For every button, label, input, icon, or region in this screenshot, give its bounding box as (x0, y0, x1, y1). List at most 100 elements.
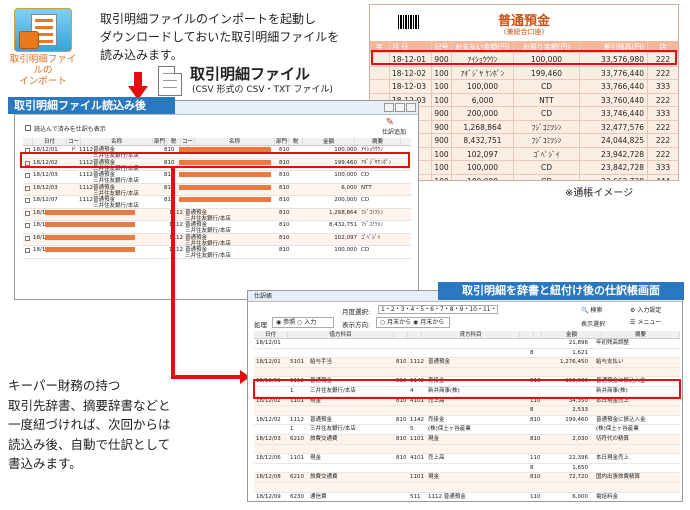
process-label: 処理 (254, 321, 267, 329)
date-cell: 18/12/07 (33, 197, 58, 203)
account-cell: 旅費交通費 (310, 435, 338, 442)
row-checkbox[interactable] (25, 248, 30, 253)
tax-cell: 810 (279, 184, 290, 191)
summary-cell: (株)保土ヶ谷産業 (596, 426, 639, 433)
table-row[interactable] (254, 367, 680, 378)
show-imported-checkbox[interactable] (25, 125, 31, 131)
tax-cell: 810 (279, 234, 290, 241)
table-row[interactable]: 18/12/08 6210 旅費交通費 1101 現金 810 72,720 国内出張旅費精算 (254, 473, 680, 483)
passbook-cell: 333 (655, 82, 671, 91)
code-cell: 1112 (79, 172, 93, 178)
row-checkbox[interactable] (25, 185, 30, 191)
table-row[interactable]: 18/12/311112普通預金三井住友銀行/本店810100,000CD (23, 246, 411, 259)
import-window-label: 取引明細ファイル読込み後 (8, 97, 175, 114)
amount-cell: 1,650 (572, 464, 588, 471)
header-cell: 名称 (195, 138, 275, 145)
code-cell: 5101 (290, 359, 304, 366)
table-row[interactable]: 8 1,650 (254, 464, 680, 474)
summary-cell: 給与支払い (596, 359, 624, 366)
mode-radio-group[interactable]: ◉ 参照 ○ 入力 (272, 317, 334, 328)
month-selector[interactable]: 1・2・3・4・5・6・7・8・9・10・11・12 (378, 305, 498, 314)
table-row[interactable]: 18/12/311112普通預金三井住友銀行/本店8108,432,751ﾌｼﾞ… (23, 221, 411, 234)
unmatched-bar (45, 222, 135, 227)
tax-cell: 110 (530, 493, 541, 500)
table-row[interactable]: 18/12/311112普通預金三井住友銀行/本店8101,268,864ﾌｼﾞ… (23, 208, 411, 222)
summary-cell: 普通預金に振込入金 (596, 416, 646, 423)
search-button[interactable]: 🔍 検索 (581, 305, 602, 314)
passbook-cell (370, 66, 390, 79)
window-controls[interactable] (383, 103, 416, 114)
passbook-cell: 100,000 (452, 161, 514, 174)
amount-cell: 2,533 (572, 407, 588, 414)
month-select-label: 月度選択: (342, 308, 371, 316)
table-row[interactable]: 18/12/07 1112 普通預金 三井住友銀行/本店 810 810 200,000 CD (23, 196, 411, 209)
code-cell: 1142 (410, 416, 424, 423)
table-row[interactable]: 18/12/03 1112 普通預金 三井住友銀行/本店 810 810 6,000 NTT (23, 183, 411, 197)
arrow-down-icon (128, 72, 148, 100)
table-row[interactable] (254, 482, 680, 493)
icon-caption: 取引明細ファイルの インポート (9, 54, 77, 87)
unmatched-bar (179, 197, 271, 202)
row-checkbox[interactable] (25, 223, 30, 228)
sub-account-cell: 三井住友銀行/本店 (185, 253, 231, 259)
menu-label: メニュー (637, 319, 662, 326)
table-row[interactable]: 1 三井住友銀行/本店 5 (株)保土ヶ谷産業 (株)保土ヶ谷産業 (254, 425, 680, 435)
table-row[interactable]: 18/12/09 6230 通信費 511 1112 普通預金 110 6,000 電話料金 (254, 493, 680, 502)
menu-button[interactable]: ☰ メニュー (630, 317, 661, 326)
code-cell: 1112 (79, 197, 93, 203)
amount-cell: 100,000 (334, 247, 357, 253)
close-icon[interactable] (406, 103, 416, 112)
display-select-button[interactable]: 表示選択 (581, 319, 605, 328)
amount-cell: 72,720 (568, 474, 588, 481)
row-checkbox[interactable] (25, 210, 30, 216)
direction-radio-group[interactable]: ○ 月末から ◉ 月末から (376, 317, 450, 328)
row-checkbox[interactable] (25, 235, 30, 241)
row-checkbox[interactable] (25, 173, 30, 178)
code-cell: 1101 (410, 435, 424, 442)
header-cell: 税 (289, 138, 303, 145)
table-row[interactable] (254, 444, 680, 455)
table-row[interactable]: 18/12/03 1112 普通預金 三井住友銀行/本店 810 810 100,000 CD (23, 171, 411, 184)
maximize-icon[interactable] (395, 103, 405, 112)
file-icon (158, 66, 182, 96)
table-row[interactable]: 8 2,533 (254, 406, 680, 416)
table-row[interactable]: 18/12/02 1112 普通預金 810 1142 売掛金 810 199,460 普通預金… (254, 416, 680, 426)
dept-cell: 810 (396, 435, 407, 442)
file-title: 取引明細ファイル (190, 65, 311, 83)
unmatched-bar (45, 247, 135, 252)
table-row[interactable]: 8 1,621 (254, 349, 680, 359)
passbook-row: 18-12-03 100 100,000 CD 33,766,440 333 (370, 80, 678, 94)
table-row[interactable]: 18/12/06 1101 現金 810 4101 売上高 110 22,396 本日現金売上 (254, 454, 680, 464)
summary-cell: 国内出張旅費精算 (596, 474, 641, 481)
row-checkbox[interactable] (25, 198, 30, 203)
table-row[interactable]: 18/12/01 21,896 年初残高調整 (254, 339, 680, 349)
tax-cell: 8 (530, 407, 534, 414)
date-cell: 18/12/08 (256, 474, 281, 481)
intro-text: 取引明細ファイルのインポートを起動し ダウンロードしておいた取引明細ファイルを … (100, 12, 340, 62)
header-cell (394, 331, 408, 338)
passbook-cell: 444 (655, 176, 671, 181)
header-cell: 日付 (33, 138, 67, 145)
tax-cell: 810 (279, 209, 290, 216)
passbook-cell: 33,746,440 (580, 107, 648, 120)
minimize-icon[interactable] (384, 103, 394, 112)
add-journal-button[interactable]: 仕訳追加 (382, 127, 406, 136)
summary-cell: 切符代の精算 (596, 435, 630, 442)
window-toolbar: 読込んで済みを仕訳も表示 ✎ 仕訳追加 (15, 115, 418, 136)
passbook-cell: 100 (432, 93, 452, 106)
table-row[interactable]: 18/12/311112普通預金三井住友銀行/本店810102,097ｺﾞﾍﾟｼ… (23, 233, 411, 247)
input-setting-button[interactable]: ⚙ 入力設定 (630, 305, 661, 314)
tax-cell: 810 (279, 172, 290, 178)
account-cell: 現金 (310, 455, 322, 462)
table-row[interactable]: 18/12/03 6210 旅費交通費 810 1101 現金 810 2,030 切符代の精算 (254, 434, 680, 445)
table-row[interactable]: 18/12/01 5101 給与手当 810 1112 普通預金 1,276,450 給与支払… (254, 358, 680, 368)
passbook-cell: 222 (655, 149, 671, 159)
unmatched-bar (179, 172, 271, 177)
tax-cell: 810 (279, 197, 290, 203)
import-badge-icon (19, 31, 39, 49)
import-app-icon[interactable] (14, 8, 72, 52)
account-cell: 普通預金 (310, 416, 333, 423)
header-cell: 摘要 (602, 331, 680, 338)
passbook-cell: CD (514, 80, 580, 93)
input-setting-label: 入力設定 (637, 307, 662, 314)
